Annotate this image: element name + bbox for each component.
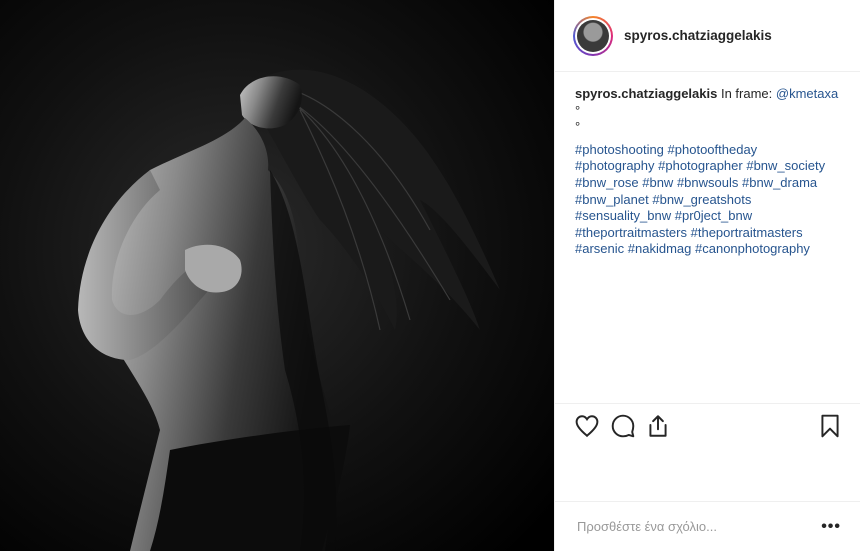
hashtag-link[interactable]: #bnw_drama [742, 175, 817, 190]
hashtag-link[interactable]: #nakidmag [628, 241, 692, 256]
avatar-photo [577, 19, 609, 52]
comment-input[interactable] [575, 518, 822, 535]
hashtag-line: #bnw_rose #bnw #bnwsouls #bnw_drama [575, 175, 842, 192]
caption-text: In frame: [720, 86, 773, 101]
comment-bar: ••• [555, 501, 860, 551]
hashtag-link[interactable]: #bnwsouls [677, 175, 738, 190]
hashtag-link[interactable]: #bnw_rose [575, 175, 639, 190]
hashtag-link[interactable]: #bnw [642, 175, 673, 190]
hashtag-link[interactable]: #theportraitmasters [691, 225, 803, 240]
avatar[interactable] [573, 15, 613, 56]
post-caption: spyros.chatziaggelakis In frame: @kmetax… [555, 72, 860, 258]
post-header: spyros.chatziaggelakis [555, 0, 860, 72]
share-icon[interactable] [645, 413, 671, 439]
hashtag-link[interactable]: #photography [575, 158, 655, 173]
hashtag-line: #bnw_planet #bnw_greatshots [575, 192, 842, 209]
hashtag-link[interactable]: #bnw_society [746, 158, 825, 173]
instagram-post: spyros.chatziaggelakis spyros.chatziagge… [0, 0, 860, 551]
hashtag-link[interactable]: #arsenic [575, 241, 624, 256]
post-sidebar: spyros.chatziaggelakis spyros.chatziagge… [554, 0, 860, 551]
hashtag-line: #theportraitmasters #theportraitmasters [575, 225, 842, 242]
hashtag-line: #arsenic #nakidmag #canonphotography [575, 241, 842, 258]
hashtag-list: #photoshooting #photooftheday #photograph… [575, 142, 842, 258]
hashtag-link[interactable]: #theportraitmasters [575, 225, 687, 240]
hashtag-link[interactable]: #bnw_greatshots [652, 192, 751, 207]
hashtag-link[interactable]: #photooftheday [668, 142, 758, 157]
hashtag-link[interactable]: #bnw_planet [575, 192, 649, 207]
username-link[interactable]: spyros.chatziaggelakis [624, 28, 772, 43]
bookmark-icon[interactable] [817, 413, 843, 439]
hashtag-line: #sensuality_bnw #pr0ject_bnw [575, 208, 842, 225]
caption-author-link[interactable]: spyros.chatziaggelakis [575, 86, 717, 101]
caption-first-line: spyros.chatziaggelakis In frame: @kmetax… [575, 86, 842, 103]
hashtag-link[interactable]: #photographer [658, 158, 743, 173]
bw-portrait-image [0, 0, 554, 551]
post-actions [555, 403, 860, 445]
caption-dot-1: ° [575, 102, 581, 118]
hashtag-link[interactable]: #canonphotography [695, 241, 810, 256]
heart-icon[interactable] [574, 413, 600, 439]
caption-dot-2: ° [575, 119, 581, 135]
more-options-icon[interactable]: ••• [821, 518, 841, 536]
hashtag-line: #photoshooting #photooftheday [575, 142, 842, 159]
comment-icon[interactable] [610, 413, 636, 439]
post-photo[interactable] [0, 0, 554, 551]
hashtag-link[interactable]: #sensuality_bnw [575, 208, 671, 223]
hashtag-line: #photography #photographer #bnw_society [575, 158, 842, 175]
hashtag-link[interactable]: #pr0ject_bnw [675, 208, 752, 223]
mention-link[interactable]: @kmetaxa [776, 86, 838, 101]
hashtag-link[interactable]: #photoshooting [575, 142, 664, 157]
